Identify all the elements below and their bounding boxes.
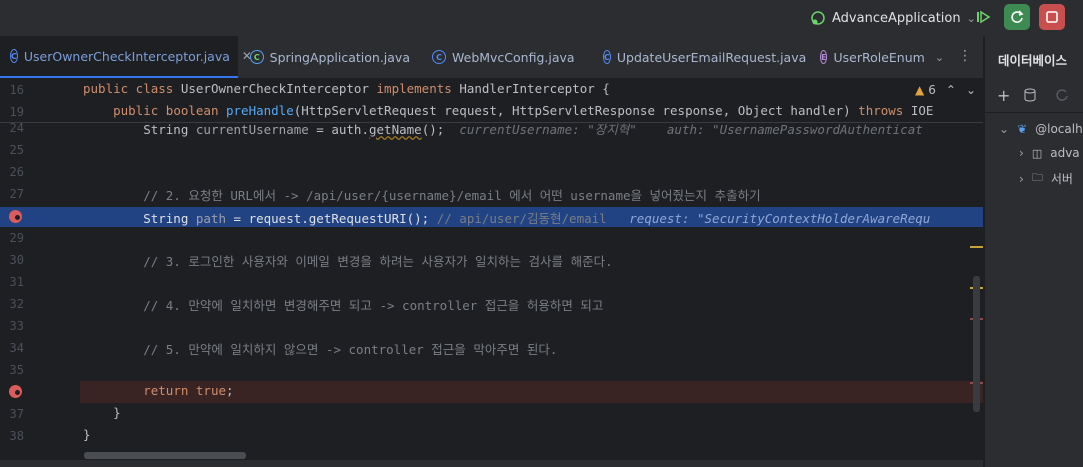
class-icon: C <box>603 50 611 64</box>
breakpoint-icon[interactable] <box>9 210 22 223</box>
chevron-down-icon[interactable]: ⌄ <box>966 83 976 97</box>
panel-title: 데이터베이스 <box>998 53 1068 68</box>
tab-user-role-enum[interactable]: E UserRoleEnum ⌄ <box>810 36 944 78</box>
line-number: 32 <box>9 297 24 311</box>
line-number: 35 <box>9 363 24 377</box>
line-number: 30 <box>9 253 24 267</box>
resume-icon <box>977 10 991 24</box>
more-tabs-icon[interactable]: ⋮ <box>958 48 972 64</box>
tab-label: UserRoleEnum <box>833 49 925 65</box>
rerun-button[interactable] <box>1004 4 1030 30</box>
vertical-scrollbar[interactable] <box>973 276 980 412</box>
line-number: 25 <box>9 143 24 157</box>
tab-spring-application[interactable]: C SpringApplication.java <box>240 36 420 78</box>
tab-update-user-email-request[interactable]: C UpdateUserEmailRequest.java <box>593 36 808 78</box>
line-number: 38 <box>9 429 24 443</box>
add-icon[interactable]: + <box>997 86 1010 105</box>
postgres-icon: ❦ <box>1017 122 1028 136</box>
line-number: 37 <box>9 407 24 421</box>
chevron-right-icon: › <box>1019 171 1024 186</box>
tab-web-mvc-config[interactable]: C WebMvcConfig.java <box>422 36 592 78</box>
run-config-selector[interactable]: AdvanceApplication ⌄ <box>810 6 976 30</box>
line-number: 19 <box>9 105 24 119</box>
run-config-label: AdvanceApplication <box>832 10 961 26</box>
stop-icon <box>1046 11 1058 23</box>
chevron-up-icon[interactable]: ⌃ <box>946 83 956 97</box>
sticky-header: 16 public class UserOwnerCheckIntercepto… <box>0 78 983 123</box>
code-line-current: String path = request.getRequestURI(); /… <box>83 211 931 226</box>
chevron-right-icon: › <box>1019 146 1024 160</box>
breakpoint-icon[interactable] <box>9 385 22 398</box>
tree-label: 서버 <box>1050 172 1073 186</box>
code-line: } <box>83 405 121 420</box>
spring-run-icon <box>811 11 825 25</box>
line-number: 16 <box>9 83 24 97</box>
refresh-icon[interactable] <box>1055 88 1069 102</box>
tree-label: adva <box>1050 146 1080 160</box>
chevron-down-icon: ⌄ <box>999 122 1010 136</box>
tree-item-server[interactable]: › 🗀 서버 <box>1019 169 1073 188</box>
tab-label: UpdateUserEmailRequest.java <box>616 49 807 65</box>
main-toolbar: AdvanceApplication ⌄ <box>0 0 1083 36</box>
horizontal-scrollbar[interactable] <box>84 452 246 459</box>
database-panel: 데이터베이스 + ⌄ ❦ @localh › ◫ adva › 🗀 서버 <box>984 36 1083 467</box>
warning-icon: ▲ <box>915 83 925 97</box>
line-number: 27 <box>9 187 24 201</box>
class-icon: C <box>10 49 18 63</box>
line-number: 33 <box>9 319 24 333</box>
schema-icon: ◫ <box>1031 146 1043 160</box>
line-number: 29 <box>9 231 24 245</box>
line-number: 26 <box>9 165 24 179</box>
divider <box>985 112 1083 113</box>
tab-label: UserOwnerCheckInterceptor.java <box>23 48 230 64</box>
tree-item-schema[interactable]: › ◫ adva <box>1019 146 1080 160</box>
tab-user-owner-check-interceptor[interactable]: C UserOwnerCheckInterceptor.java ✕ <box>0 36 252 78</box>
tab-label: SpringApplication.java <box>269 49 410 65</box>
folder-icon: 🗀 <box>1031 171 1043 184</box>
rerun-icon <box>1011 10 1024 23</box>
sticky-method-declaration: public boolean preHandle(HttpServletRequ… <box>113 103 934 118</box>
line-number: 24 <box>9 121 24 135</box>
enum-icon: E <box>820 50 828 64</box>
tree-label: @localh <box>1035 122 1083 136</box>
warning-marker[interactable] <box>970 246 983 248</box>
stop-button[interactable] <box>1039 4 1065 30</box>
resume-program-button[interactable] <box>970 4 996 30</box>
sticky-class-declaration: public class UserOwnerCheckInterceptor i… <box>83 81 610 96</box>
inspection-widget[interactable]: ▲ 6 ⌃ ⌄ <box>915 83 976 97</box>
comment-line: // 2. 요청한 URL에서 -> /api/user/{username}/… <box>83 188 761 203</box>
class-icon: C <box>432 50 446 64</box>
spring-class-icon: C <box>250 50 264 64</box>
code-line-return: return true; <box>143 383 234 398</box>
chevron-down-icon[interactable]: ⌄ <box>935 51 944 64</box>
bottom-bar <box>0 460 983 467</box>
comment-line: // 5. 만약에 일치하지 않으면 -> controller 접근을 막아주… <box>83 342 558 357</box>
warning-count: 6 <box>928 83 936 97</box>
comment-line: // 3. 로그인한 사용자와 이메일 변경을 하려는 사용자가 일치하는 검사… <box>83 254 613 269</box>
comment-line: // 4. 만약에 일치하면 변경해주면 되고 -> controller 접근… <box>83 298 604 313</box>
data-source-icon[interactable] <box>1023 88 1037 102</box>
code-editor[interactable]: 16 public class UserOwnerCheckIntercepto… <box>0 78 983 460</box>
code-line: } <box>83 427 91 442</box>
tab-label: WebMvcConfig.java <box>452 49 575 65</box>
line-number: 31 <box>9 275 24 289</box>
code-line: String currentUsername = auth.getName();… <box>83 122 923 137</box>
editor-tab-bar: C UserOwnerCheckInterceptor.java ✕ C Spr… <box>0 36 983 79</box>
line-number: 34 <box>9 341 24 355</box>
tree-item-localhost[interactable]: ⌄ ❦ @localh <box>999 122 1083 136</box>
